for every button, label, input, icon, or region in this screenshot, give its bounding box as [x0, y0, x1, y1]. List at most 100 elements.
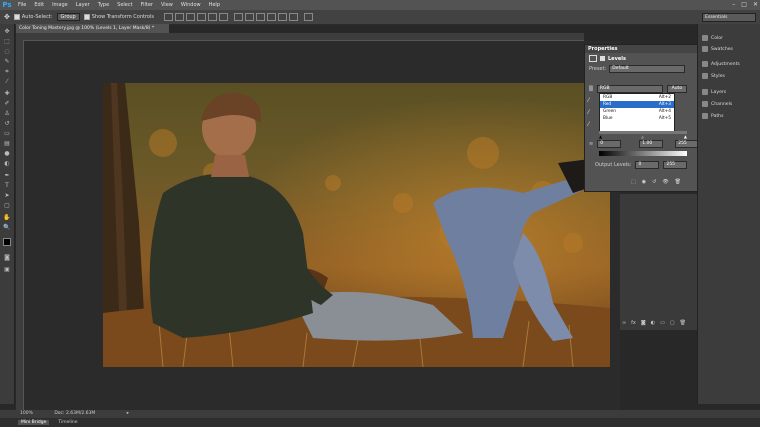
- quick-select-tool-icon[interactable]: ✎: [3, 58, 11, 65]
- blur-tool-icon[interactable]: ●: [3, 150, 11, 157]
- distribute-vcenter-icon[interactable]: [244, 13, 254, 21]
- healing-brush-tool-icon[interactable]: ✚: [3, 90, 11, 97]
- auto-select-dropdown[interactable]: Group: [56, 13, 80, 21]
- black-point-eyedropper-icon[interactable]: ⁄: [588, 97, 589, 104]
- screen-mode-icon[interactable]: ▣: [3, 266, 11, 273]
- menu-select[interactable]: Select: [113, 2, 136, 8]
- channel-dropdown[interactable]: RGB: [596, 85, 663, 93]
- tab-timeline[interactable]: Timeline: [55, 420, 80, 425]
- status-arrow-icon[interactable]: ▸: [127, 411, 129, 416]
- foreground-color-swatch[interactable]: [3, 238, 11, 246]
- white-input-slider-icon[interactable]: ▲: [684, 134, 687, 139]
- auto-align-icon[interactable]: [303, 13, 313, 21]
- dock-layers[interactable]: Layers: [702, 88, 726, 96]
- document-tab[interactable]: Color Toning Mastery.jpg @ 100% (Levels …: [16, 24, 169, 33]
- marquee-tool-icon[interactable]: ⬚: [3, 38, 11, 45]
- menu-window[interactable]: Window: [177, 2, 205, 8]
- tab-mini-bridge[interactable]: Mini Bridge: [18, 420, 50, 425]
- auto-select-checkbox[interactable]: [13, 14, 20, 20]
- input-sliders[interactable]: ▲ ▲ ▲: [599, 134, 687, 139]
- gray-input-slider-icon[interactable]: ▲: [641, 134, 644, 139]
- reset-icon[interactable]: ↺: [652, 179, 656, 185]
- input-gamma-field[interactable]: 1.00: [639, 140, 664, 148]
- input-white-field[interactable]: 255: [675, 140, 700, 148]
- zoom-tool-icon[interactable]: 🔍: [3, 224, 11, 231]
- distribute-right-icon[interactable]: [288, 13, 298, 21]
- align-top-icon[interactable]: [163, 13, 173, 21]
- dock-color[interactable]: Color: [702, 34, 723, 42]
- clone-stamp-tool-icon[interactable]: ♙: [3, 110, 11, 117]
- distribute-left-icon[interactable]: [266, 13, 276, 21]
- add-mask-icon[interactable]: ◙: [641, 320, 646, 326]
- delete-adjustment-icon[interactable]: 🗑: [675, 179, 681, 185]
- dock-paths[interactable]: Paths: [702, 112, 724, 120]
- menu-file[interactable]: File: [14, 2, 30, 8]
- lasso-tool-icon[interactable]: ◌: [3, 48, 11, 55]
- dock-swatches[interactable]: Swatches: [702, 45, 733, 53]
- menu-edit[interactable]: Edit: [30, 2, 48, 8]
- black-input-slider-icon[interactable]: ▲: [599, 134, 602, 139]
- eraser-tool-icon[interactable]: ▭: [3, 130, 11, 137]
- menu-image[interactable]: Image: [48, 2, 72, 8]
- auto-button[interactable]: Auto: [666, 85, 687, 93]
- menu-filter[interactable]: Filter: [137, 2, 157, 8]
- align-hcenter-icon[interactable]: [207, 13, 217, 21]
- new-adjustment-icon[interactable]: ◐: [651, 320, 655, 326]
- new-group-icon[interactable]: ▭: [660, 320, 665, 326]
- menu-view[interactable]: View: [157, 2, 177, 8]
- move-tool-icon[interactable]: ✥: [3, 28, 11, 35]
- mask-icon[interactable]: [600, 56, 605, 61]
- eyedropper-tool-icon[interactable]: ⁄: [3, 78, 11, 85]
- maximize-button[interactable]: □: [741, 0, 747, 10]
- new-layer-icon[interactable]: ▢: [670, 320, 675, 326]
- visibility-icon[interactable]: 👁: [662, 179, 668, 185]
- view-previous-icon[interactable]: ◉: [642, 179, 646, 185]
- dock-channels[interactable]: Channels: [702, 100, 732, 108]
- path-select-tool-icon[interactable]: ➤: [3, 192, 11, 199]
- hand-tool-icon[interactable]: ✋: [3, 214, 11, 221]
- close-button[interactable]: ✕: [753, 0, 758, 10]
- workspace-dropdown[interactable]: Essentials: [702, 13, 756, 22]
- distribute-top-icon[interactable]: [233, 13, 243, 21]
- pen-tool-icon[interactable]: ✒: [3, 172, 11, 179]
- output-white-field[interactable]: 255: [663, 161, 688, 169]
- move-tool-icon[interactable]: ✥: [4, 13, 10, 21]
- layer-style-icon[interactable]: fx: [631, 320, 636, 326]
- document-info[interactable]: Doc: 2.63M/2.63M: [54, 411, 95, 416]
- channel-option-rgb[interactable]: RGB Alt+2: [600, 94, 674, 101]
- show-transform-checkbox[interactable]: [83, 14, 90, 20]
- align-bottom-icon[interactable]: [185, 13, 195, 21]
- white-point-eyedropper-icon[interactable]: ⁄: [588, 121, 589, 128]
- input-black-field[interactable]: 0: [597, 140, 622, 148]
- delete-layer-icon[interactable]: 🗑: [680, 320, 686, 326]
- distribute-bottom-icon[interactable]: [255, 13, 265, 21]
- type-tool-icon[interactable]: T: [3, 182, 11, 189]
- gradient-tool-icon[interactable]: ▤: [3, 140, 11, 147]
- preset-dropdown[interactable]: Default: [609, 65, 686, 73]
- menu-layer[interactable]: Layer: [72, 2, 94, 8]
- dock-adjustments[interactable]: Adjustments: [702, 60, 740, 68]
- dock-styles[interactable]: Styles: [702, 72, 725, 80]
- brush-tool-icon[interactable]: ✐: [3, 100, 11, 107]
- minimize-button[interactable]: –: [732, 0, 735, 10]
- channel-option-red[interactable]: Red Alt+3: [600, 101, 674, 108]
- channel-option-blue[interactable]: Blue Alt+5: [600, 115, 674, 122]
- dodge-tool-icon[interactable]: ◐: [3, 160, 11, 167]
- clip-to-layer-icon[interactable]: ⬚: [631, 179, 636, 185]
- history-brush-tool-icon[interactable]: ↺: [3, 120, 11, 127]
- properties-panel-title[interactable]: Properties: [585, 45, 697, 53]
- channel-option-green[interactable]: Green Alt+4: [600, 108, 674, 115]
- distribute-hcenter-icon[interactable]: [277, 13, 287, 21]
- align-right-icon[interactable]: [218, 13, 228, 21]
- document-image[interactable]: [103, 83, 610, 367]
- align-vcenter-icon[interactable]: [174, 13, 184, 21]
- menu-type[interactable]: Type: [94, 2, 113, 8]
- menu-help[interactable]: Help: [205, 2, 224, 8]
- shape-tool-icon[interactable]: ▢: [3, 202, 11, 209]
- align-left-icon[interactable]: [196, 13, 206, 21]
- output-black-field[interactable]: 0: [635, 161, 660, 169]
- quick-mask-icon[interactable]: ◙: [3, 254, 11, 261]
- link-layers-icon[interactable]: ∞: [622, 320, 626, 326]
- crop-tool-icon[interactable]: ⌗: [3, 68, 11, 75]
- gray-point-eyedropper-icon[interactable]: ⁄: [588, 109, 589, 116]
